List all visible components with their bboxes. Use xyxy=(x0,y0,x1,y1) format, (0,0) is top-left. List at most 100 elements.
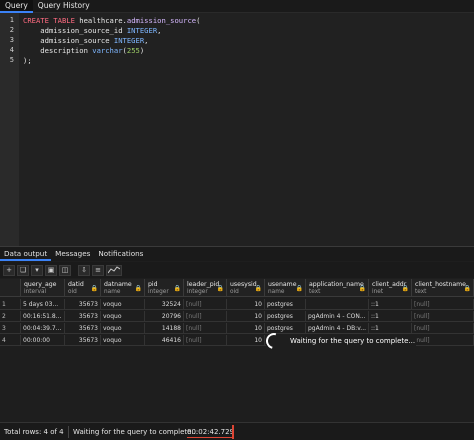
output-tab-bar: Data output Messages Notifications xyxy=(0,247,474,261)
tab-query-history[interactable]: Query History xyxy=(33,0,95,13)
column-header-client-hostname[interactable]: client_hostname text 🔒 xyxy=(412,279,474,297)
code-text: healthcare. xyxy=(74,16,127,25)
row-number[interactable]: 4 xyxy=(0,335,21,346)
graph-line-icon xyxy=(107,265,121,273)
cell-application-name[interactable]: pgAdmin 4 - DB:v... xyxy=(306,323,369,334)
row-number-header xyxy=(0,279,21,297)
column-header-application-name[interactable]: application_name text 🔒 xyxy=(306,279,369,297)
cell-usename[interactable]: postgres xyxy=(265,311,306,322)
paste-icon[interactable]: ▣ xyxy=(45,264,57,276)
column-header-leader-pid[interactable]: leader_pid integer 🔒 xyxy=(184,279,227,297)
cell-datid[interactable]: 35673 xyxy=(65,311,101,322)
tab-data-output[interactable]: Data output xyxy=(0,247,52,261)
cell-query-age[interactable]: 00:00:00 xyxy=(21,335,65,346)
cell-usename[interactable]: postgres xyxy=(265,299,306,310)
download-icon[interactable]: ⇩ xyxy=(78,264,90,276)
loading-message: Waiting for the query to complete... xyxy=(290,337,416,345)
tab-messages[interactable]: Messages xyxy=(51,247,94,261)
cell-query-age[interactable]: 00:04:39.7... xyxy=(21,323,65,334)
lock-icon: 🔒 xyxy=(463,285,471,292)
output-toolbar: + ❏ ▾ ▣ ◫ ⇩ ≡ xyxy=(0,262,474,278)
cell-datname[interactable]: voquo xyxy=(101,335,145,346)
code-text: ); xyxy=(23,56,32,65)
row-number[interactable]: 1 xyxy=(0,299,21,310)
results-grid: query_age interval datid oid 🔒 datname name 🔒… xyxy=(0,279,474,422)
column-header-query-age[interactable]: query_age interval xyxy=(21,279,65,297)
cell-query-age[interactable]: 00:16:51.8... xyxy=(21,311,65,322)
cell-application-name[interactable]: pgAdmin 4 - CON... xyxy=(306,311,369,322)
code-line: admission_source_id INTEGER, xyxy=(23,26,161,35)
filter-icon[interactable]: ≡ xyxy=(92,264,104,276)
column-header-datname[interactable]: datname name 🔒 xyxy=(101,279,145,297)
cell-usesysid[interactable]: 10 xyxy=(227,323,265,334)
column-name: leader_pid xyxy=(187,281,220,288)
column-type: oid xyxy=(68,289,77,295)
cell-client-hostname[interactable]: [null] xyxy=(412,299,474,310)
line-number: 2 xyxy=(9,26,14,34)
cell-datname[interactable]: voquo xyxy=(101,323,145,334)
column-header-pid[interactable]: pid integer 🔒 xyxy=(145,279,184,297)
code-number: 255 xyxy=(126,46,140,55)
sql-editor[interactable]: 1 2 3 4 5 CREATE TABLE healthcare.admiss… xyxy=(0,13,474,246)
tab-query[interactable]: Query xyxy=(0,0,33,13)
cell-leader-pid[interactable]: [null] xyxy=(184,323,227,334)
column-type: name xyxy=(104,289,121,295)
code-keyword: CREATE TABLE xyxy=(23,16,75,25)
column-type: interval xyxy=(24,289,47,295)
status-bar: Total rows: 4 of 4 Waiting for the query… xyxy=(0,422,474,440)
cell-pid[interactable]: 20796 xyxy=(145,311,184,322)
cell-application-name[interactable] xyxy=(306,299,369,310)
cell-pid[interactable]: 46416 xyxy=(145,335,184,346)
elapsed-time: 00:02:42.729 xyxy=(187,428,235,438)
cell-client-addr[interactable]: ::1 xyxy=(369,299,412,310)
cell-usesysid[interactable]: 10 xyxy=(227,335,265,346)
cell-leader-pid[interactable]: [null] xyxy=(184,335,227,346)
query-tab-bar: Query Query History xyxy=(0,0,474,13)
cell-leader-pid[interactable]: [null] xyxy=(184,311,227,322)
cell-usesysid[interactable]: 10 xyxy=(227,311,265,322)
cell-client-hostname[interactable]: [null] xyxy=(412,311,474,322)
graph-icon[interactable] xyxy=(106,264,122,276)
cell-leader-pid[interactable]: [null] xyxy=(184,299,227,310)
cell-client-hostname[interactable]: [null] xyxy=(412,335,474,346)
row-number[interactable]: 3 xyxy=(0,323,21,334)
copy-icon[interactable]: ❏ xyxy=(17,264,29,276)
line-number-gutter: 1 2 3 4 5 xyxy=(0,13,19,246)
cell-query-age[interactable]: 5 days 03... xyxy=(21,299,65,310)
column-type: integer xyxy=(187,289,208,295)
cell-client-hostname[interactable]: [null] xyxy=(412,323,474,334)
tab-notifications[interactable]: Notifications xyxy=(94,247,147,261)
column-header-client-addr[interactable]: client_addr inet 🔒 xyxy=(369,279,412,297)
cell-client-addr[interactable]: ::1 xyxy=(369,311,412,322)
code-line: description varchar(255) xyxy=(23,46,144,55)
column-header-usename[interactable]: usename name 🔒 xyxy=(265,279,306,297)
cell-client-addr[interactable]: ::1 xyxy=(369,323,412,334)
cell-pid[interactable]: 14188 xyxy=(145,323,184,334)
cell-datid[interactable]: 35673 xyxy=(65,299,101,310)
column-name: usename xyxy=(268,281,297,288)
copy-options-icon[interactable]: ▾ xyxy=(31,264,43,276)
column-name: application_name xyxy=(309,281,364,288)
cell-datid[interactable]: 35673 xyxy=(65,335,101,346)
cell-datname[interactable]: voquo xyxy=(101,299,145,310)
status-message: Waiting for the query to complete... xyxy=(73,428,199,436)
cell-usesysid[interactable]: 10 xyxy=(227,299,265,310)
row-number[interactable]: 2 xyxy=(0,311,21,322)
column-type: text xyxy=(309,289,321,295)
cell-datname[interactable]: voquo xyxy=(101,311,145,322)
code-text: ) xyxy=(139,46,145,55)
lock-icon: 🔒 xyxy=(173,285,181,292)
cell-datid[interactable]: 35673 xyxy=(65,323,101,334)
lock-icon: 🔒 xyxy=(295,285,303,292)
column-header-datid[interactable]: datid oid 🔒 xyxy=(65,279,101,297)
cell-pid[interactable]: 32524 xyxy=(145,299,184,310)
code-type: INTEGER xyxy=(126,26,158,35)
code-text: , xyxy=(157,26,162,35)
line-number: 5 xyxy=(9,56,14,64)
column-header-usesysid[interactable]: usesysid oid 🔒 xyxy=(227,279,265,297)
add-row-icon[interactable]: + xyxy=(3,264,15,276)
lock-icon: 🔒 xyxy=(90,285,98,292)
column-name: pid xyxy=(148,281,158,288)
delete-icon[interactable]: ◫ xyxy=(59,264,71,276)
code-line: admission_source INTEGER, xyxy=(23,36,148,45)
